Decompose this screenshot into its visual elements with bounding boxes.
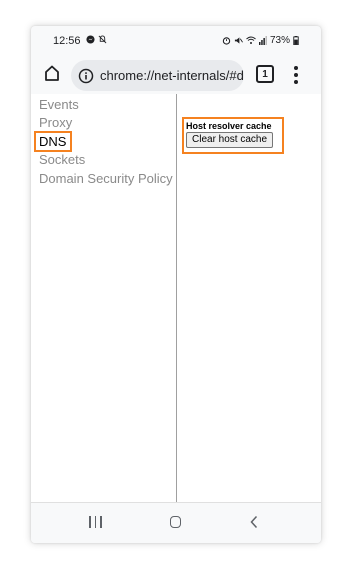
back-icon[interactable] [250,515,258,534]
home-nav-icon[interactable] [170,516,181,528]
more-menu-icon[interactable] [288,64,304,86]
sidebar-item-domain-security-policy[interactable]: Domain Security Policy [39,171,173,186]
phone-screen: 12:56 73% chrome://net-internals/#dns 1 … [31,26,321,543]
status-bar: 12:56 73% [31,26,321,56]
dns-highlight-box [34,131,72,152]
status-left-icons [86,35,107,44]
android-nav-bar [31,502,321,543]
browser-toolbar: chrome://net-internals/#dns 1 [31,56,321,94]
net-internals-sidebar: Events Proxy DNS Sockets Domain Security… [31,94,177,502]
battery-percent: 73% [269,35,290,46]
notifications-off-icon [98,35,107,44]
tab-count: 1 [262,68,268,80]
recents-icon[interactable] [89,516,102,528]
sidebar-item-sockets[interactable]: Sockets [39,152,85,167]
info-icon[interactable] [78,68,94,84]
home-button[interactable] [40,63,64,87]
status-right-icons: 73% [222,35,299,46]
sidebar-item-proxy[interactable]: Proxy [39,115,72,130]
battery-icon [293,36,299,45]
mute-icon [234,36,243,45]
status-time: 12:56 [53,35,81,47]
omnibox[interactable]: chrome://net-internals/#dns [71,60,244,91]
sidebar-item-events[interactable]: Events [39,97,79,112]
host-resolver-cache-heading: Host resolver cache [186,121,272,131]
dns-panel: Host resolver cache Clear host cache [178,94,321,502]
url-text[interactable]: chrome://net-internals/#dns [100,68,244,83]
tab-switcher-button[interactable]: 1 [256,65,274,83]
signal-icon [258,36,267,45]
home-icon [43,64,61,87]
messenger-icon [86,35,95,44]
alarm-icon [222,36,231,45]
page-content: Events Proxy DNS Sockets Domain Security… [31,94,321,502]
wifi-icon [246,36,256,45]
clear-host-cache-button[interactable]: Clear host cache [186,132,274,148]
